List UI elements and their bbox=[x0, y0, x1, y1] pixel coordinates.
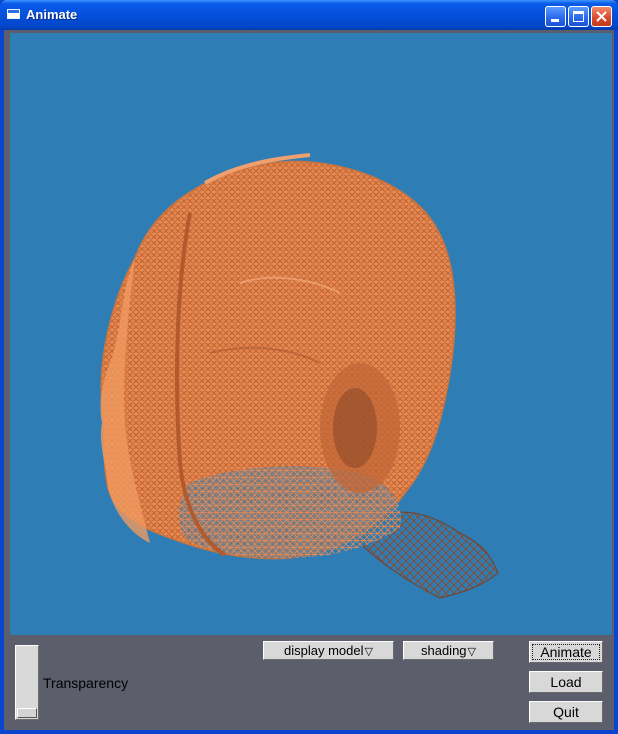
display-model-dropdown[interactable]: display model▽ bbox=[263, 641, 394, 660]
quit-button[interactable]: Quit bbox=[529, 701, 603, 723]
app-window: Animate Transparency display model▽ shad… bbox=[0, 0, 618, 734]
close-button[interactable] bbox=[591, 6, 612, 27]
transparency-slider[interactable] bbox=[15, 645, 39, 720]
dropdown-arrow-icon: ▽ bbox=[467, 646, 476, 658]
load-button[interactable]: Load bbox=[529, 671, 603, 693]
shading-label: shading bbox=[420, 643, 467, 658]
shading-dropdown[interactable]: shading▽ bbox=[403, 641, 494, 660]
control-panel: Transparency display model▽ shading▽ Ani… bbox=[4, 636, 614, 730]
title-bar[interactable]: Animate bbox=[0, 0, 618, 30]
transparency-slider-thumb[interactable] bbox=[17, 708, 37, 718]
window-title: Animate bbox=[26, 7, 78, 22]
maximize-button[interactable] bbox=[568, 6, 589, 27]
minimize-button[interactable] bbox=[545, 6, 566, 27]
window-icon bbox=[7, 9, 20, 19]
close-icon bbox=[596, 11, 607, 22]
display-model-label: display model bbox=[284, 643, 364, 658]
head-wireframe-model bbox=[100, 153, 499, 599]
transparency-label: Transparency bbox=[43, 675, 129, 691]
animate-button[interactable]: Animate bbox=[529, 641, 603, 663]
3d-viewport[interactable] bbox=[10, 33, 612, 635]
dropdown-arrow-icon: ▽ bbox=[364, 646, 373, 658]
